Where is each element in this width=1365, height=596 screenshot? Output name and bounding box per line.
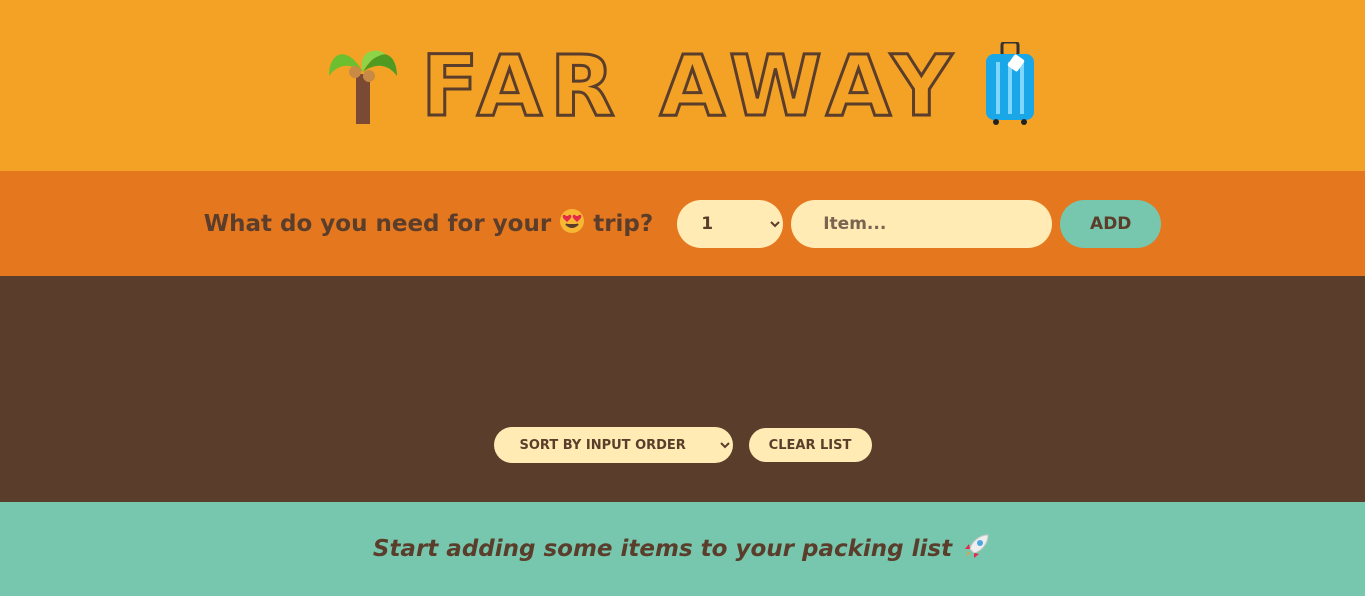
- palm-tree-icon: [327, 44, 399, 128]
- question-text-before: What do you need for your: [203, 210, 552, 237]
- app-title: Far Away: [420, 36, 960, 135]
- rocket-icon: [962, 531, 992, 567]
- item-input[interactable]: [791, 199, 1053, 248]
- list-actions: Sort by input order Clear list: [0, 427, 1365, 463]
- clear-list-button[interactable]: Clear list: [748, 428, 872, 462]
- app-header: Far Away: [0, 0, 1365, 171]
- luggage-icon: [982, 40, 1038, 130]
- stats-footer: Start adding some items to your packing …: [0, 502, 1365, 596]
- sort-select[interactable]: Sort by input order: [493, 427, 733, 463]
- heart-eyes-icon: [559, 208, 585, 240]
- add-item-form: What do you need for your trip? 1 Add: [0, 171, 1365, 276]
- packing-list: Sort by input order Clear list: [0, 276, 1365, 502]
- stats-message: Start adding some items to your packing …: [372, 536, 953, 562]
- add-button[interactable]: Add: [1060, 199, 1162, 248]
- form-question: What do you need for your trip?: [204, 208, 653, 240]
- question-text-after: trip?: [593, 210, 654, 237]
- quantity-select[interactable]: 1: [677, 199, 784, 248]
